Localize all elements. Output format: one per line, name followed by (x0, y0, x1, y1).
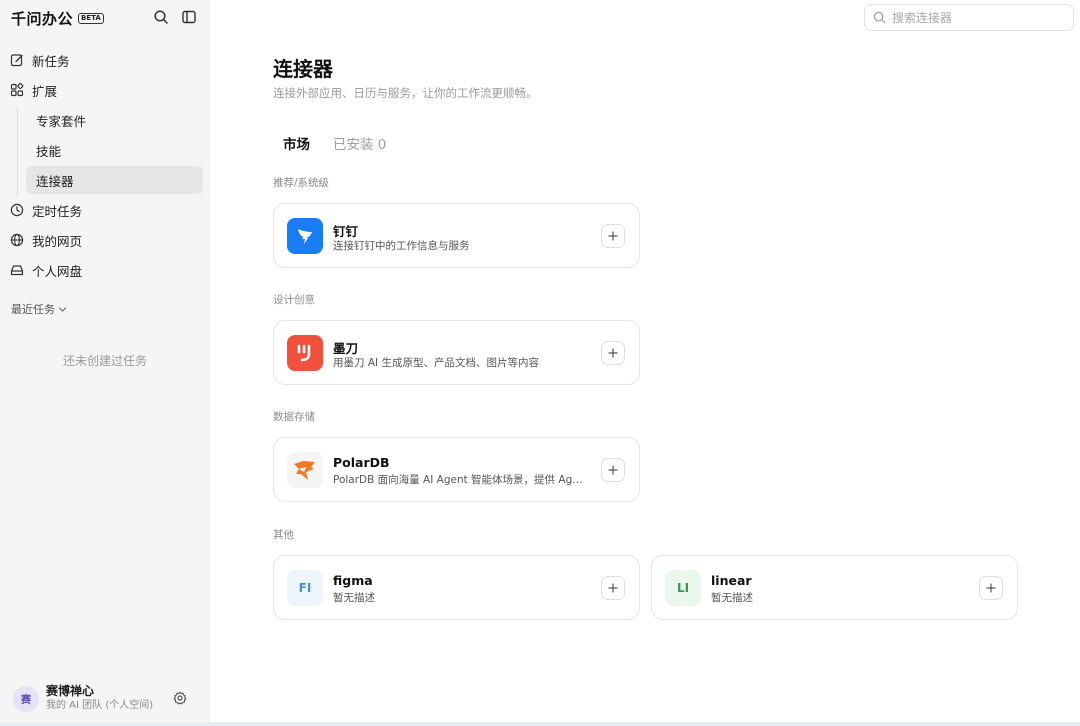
connector-desc: PolarDB 面向海量 AI Agent 智能体场景，提供 Age... (333, 474, 587, 486)
sidebar-toggle-icon[interactable] (181, 9, 197, 25)
page-subtitle: 连接外部应用、日历与服务，让你的工作流更顺畅。 (273, 86, 538, 100)
add-connector-button[interactable] (979, 576, 1003, 600)
user-profile[interactable]: 赛 赛博禅心 我的 AI 团队 (个人空间) (13, 684, 153, 713)
section-label: 推荐/系统级 (273, 177, 330, 189)
sidebar-item-label: 我的网页 (32, 233, 83, 249)
sidebar-item-scheduled[interactable]: 定时任务 (4, 196, 203, 224)
dingtalk-icon (287, 218, 323, 254)
connector-desc: 用墨刀 AI 生成原型、产品文档、图片等内容 (333, 357, 539, 369)
connector-search[interactable] (864, 4, 1074, 31)
sidebar-item-label: 新任务 (32, 53, 70, 69)
add-connector-button[interactable] (601, 341, 625, 365)
sidebar-item-extend[interactable]: 扩展 (4, 76, 203, 104)
sidebar: 千问办公 BETA 新任务 扩展 专家套件 技能 连接器 定时任务 我的网页 个… (0, 0, 210, 726)
connector-desc: 暂无描述 (333, 592, 375, 604)
section-label: 数据存储 (273, 411, 315, 423)
sidebar-item-drive[interactable]: 个人网盘 (4, 256, 203, 284)
app-name: 千问办公 (11, 9, 74, 28)
gear-icon[interactable] (173, 690, 187, 705)
sidebar-item-label: 扩展 (32, 83, 58, 99)
connector-card-dingtalk[interactable]: 钉钉 连接钉钉中的工作信息与服务 (273, 203, 640, 268)
tab-market[interactable]: 市场 (283, 133, 310, 153)
connector-card-linear[interactable]: LI linear 暂无描述 (651, 555, 1018, 620)
plus-icon (608, 583, 618, 593)
sidebar-item-label: 个人网盘 (32, 263, 83, 279)
recent-tasks-label: 最近任务 (11, 303, 55, 316)
linear-logo: LI (665, 570, 701, 606)
user-name: 赛博禅心 (46, 684, 95, 698)
page-title: 连接器 (273, 57, 333, 81)
beta-badge: BETA (78, 12, 104, 24)
sub-nav-line (17, 107, 18, 197)
connector-desc: 暂无描述 (711, 592, 753, 604)
connector-card-figma[interactable]: FI figma 暂无描述 (273, 555, 640, 620)
sidebar-item-connectors[interactable]: 连接器 (26, 166, 203, 194)
search-icon[interactable] (153, 9, 169, 25)
empty-tasks-text: 还未创建过任务 (62, 354, 147, 368)
modao-icon (287, 335, 323, 371)
clock-icon (10, 203, 24, 217)
globe-icon (10, 233, 24, 247)
plus-icon (608, 465, 618, 475)
connector-card-modao[interactable]: 墨刀 用墨刀 AI 生成原型、产品文档、图片等内容 (273, 320, 640, 385)
bottom-edge (0, 722, 1080, 726)
edit-icon (10, 53, 24, 67)
plus-icon (986, 583, 996, 593)
add-connector-button[interactable] (601, 224, 625, 248)
sidebar-item-expert-kit[interactable]: 专家套件 (26, 106, 203, 134)
sidebar-item-new-task[interactable]: 新任务 (4, 46, 203, 74)
plus-icon (608, 348, 618, 358)
figma-logo: FI (287, 570, 323, 606)
drive-icon (10, 263, 24, 277)
plus-icon (608, 231, 618, 241)
sidebar-item-my-pages[interactable]: 我的网页 (4, 226, 203, 254)
connector-card-polardb[interactable]: PolarDB PolarDB 面向海量 AI Agent 智能体场景，提供 A… (273, 437, 640, 502)
avatar: 赛 (13, 685, 39, 712)
tab-installed[interactable]: 已安装 0 (333, 133, 386, 153)
section-label: 其他 (273, 529, 294, 541)
connector-name: linear (711, 573, 752, 588)
extension-icon (10, 83, 24, 97)
search-icon (873, 11, 886, 24)
add-connector-button[interactable] (601, 576, 625, 600)
user-workspace: 我的 AI 团队 (个人空间) (46, 700, 154, 711)
section-label: 设计创意 (273, 294, 315, 306)
connector-name: figma (333, 573, 373, 588)
chevron-down-icon (58, 306, 67, 312)
sidebar-item-label: 定时任务 (32, 203, 83, 219)
connector-name: PolarDB (333, 455, 390, 470)
recent-tasks-toggle[interactable]: 最近任务 (11, 301, 67, 317)
polardb-icon (287, 452, 323, 488)
sidebar-item-skills[interactable]: 技能 (26, 136, 203, 164)
search-input[interactable] (892, 10, 1062, 25)
add-connector-button[interactable] (601, 458, 625, 482)
connector-desc: 连接钉钉中的工作信息与服务 (333, 240, 470, 252)
brand[interactable]: 千问办公 BETA (11, 8, 104, 28)
